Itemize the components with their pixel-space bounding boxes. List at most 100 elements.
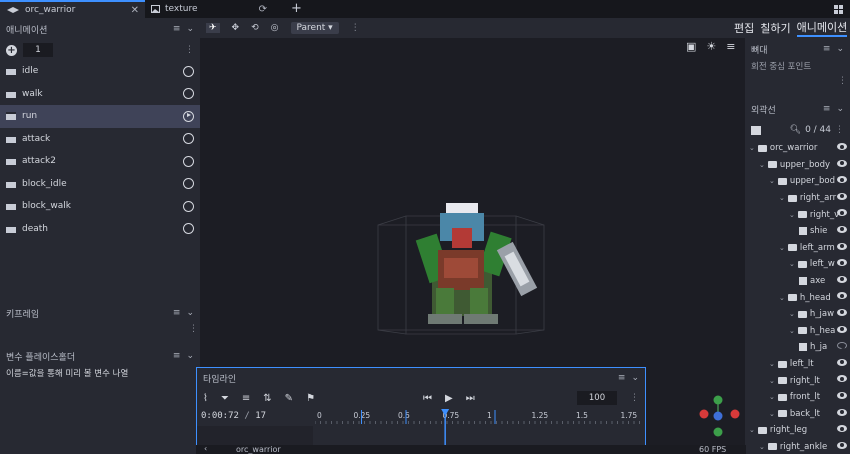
eye-icon[interactable] (837, 408, 847, 416)
animation-item[interactable]: attack2 (0, 150, 200, 173)
more-icon[interactable]: ⋮ (745, 76, 850, 98)
play-circle-icon[interactable] (183, 110, 194, 122)
chevron-down-icon[interactable]: ⌄ (186, 351, 194, 361)
menu-icon[interactable]: ≡ (823, 104, 831, 114)
eye-icon[interactable] (837, 176, 847, 184)
menu-icon[interactable]: ≡ (173, 351, 181, 361)
pen-icon[interactable]: ✎ (285, 393, 293, 404)
back-icon[interactable]: ‹ (204, 444, 207, 453)
skip-start-icon[interactable]: ⏮ (423, 393, 432, 404)
axis-gizmo[interactable] (695, 392, 741, 440)
parent-select[interactable]: Parent ▾ (290, 22, 339, 34)
animation-item[interactable]: block_walk (0, 195, 200, 218)
circle-icon[interactable] (183, 200, 194, 212)
chevron-down-icon[interactable]: ⌄ (779, 194, 785, 202)
chevron-down-icon[interactable]: ⌄ (769, 360, 775, 368)
outliner-item[interactable]: ⌄ right_v (745, 206, 850, 223)
graph-icon[interactable]: ⌇ (203, 393, 208, 404)
chevron-down-icon[interactable]: ⌄ (769, 377, 775, 385)
outliner-item[interactable]: ⌄ upper_body (745, 157, 850, 174)
outliner-item[interactable]: ⌄ back_lt (745, 406, 850, 423)
eye-icon[interactable] (837, 225, 847, 233)
eye-icon[interactable] (837, 358, 847, 366)
filter-icon[interactable]: ⏷ (221, 393, 229, 404)
animation-item[interactable]: idle (0, 60, 200, 83)
chevron-down-icon[interactable]: ⌄ (836, 44, 844, 54)
eye-icon[interactable] (837, 259, 847, 267)
chevron-down-icon[interactable]: ⌄ (186, 308, 194, 318)
outliner-item[interactable]: ⌄ left_lt (745, 356, 850, 373)
outliner-item[interactable]: ⌄ right_arr (745, 190, 850, 207)
outliner-item[interactable]: h_ja (745, 339, 850, 356)
animation-count-input[interactable]: 1 (23, 43, 53, 57)
mode-animate[interactable]: 애니메이션 (796, 19, 848, 37)
rotate-tool-icon[interactable]: ⟲ (251, 23, 259, 33)
chevron-down-icon[interactable]: ⌄ (759, 443, 765, 451)
search-icon[interactable]: 🔍︎ (790, 125, 801, 135)
move-tool-icon[interactable]: ✥ (232, 23, 240, 33)
chevron-down-icon[interactable]: ⌄ (769, 177, 775, 185)
chevron-down-icon[interactable]: ⌄ (759, 161, 765, 169)
menu-icon[interactable]: ≡ (173, 308, 181, 318)
chevron-down-icon[interactable]: ⌄ (779, 294, 785, 302)
outliner-mode-icon[interactable] (751, 125, 761, 135)
list-icon[interactable]: ≡ (242, 393, 250, 404)
frame-input[interactable]: 100 (577, 391, 617, 405)
add-tab-button[interactable]: + (291, 1, 302, 16)
play-icon[interactable]: ▶ (445, 393, 453, 404)
timeline-ruler[interactable]: 00.250.50.7511.251.51.75 (315, 408, 645, 446)
outliner-item[interactable]: ⌄ h_jaw (745, 306, 850, 323)
outliner-item[interactable]: ⌄ left_w (745, 256, 850, 273)
add-animation-button[interactable]: + (6, 44, 17, 56)
outliner-item[interactable]: shie (745, 223, 850, 240)
circle-icon[interactable] (183, 133, 194, 145)
target-tool-icon[interactable]: ◎ (271, 23, 279, 33)
chevron-down-icon[interactable]: ⌄ (789, 310, 795, 318)
outliner-item[interactable]: ⌄ right_ankle (745, 439, 850, 454)
more-icon[interactable]: ⋮ (0, 324, 200, 342)
circle-icon[interactable] (183, 178, 194, 190)
outliner-item[interactable]: ⌄ right_leg (745, 422, 850, 439)
pivot-tool-icon[interactable]: ✈ (206, 23, 220, 33)
chevron-down-icon[interactable]: ⌄ (836, 104, 844, 114)
chevron-down-icon[interactable]: ⌄ (779, 244, 785, 252)
outliner-item[interactable]: ⌄ orc_warrior (745, 140, 850, 157)
outliner-item[interactable]: axe (745, 273, 850, 290)
menu-icon[interactable]: ≡ (618, 373, 626, 383)
chevron-down-icon[interactable]: ⌄ (789, 327, 795, 335)
grid-menu-icon[interactable] (834, 5, 843, 17)
sort-icon[interactable]: ⇅ (263, 393, 271, 404)
outliner-item[interactable]: ⌄ left_arm (745, 240, 850, 257)
mode-edit[interactable]: 편집 (734, 20, 754, 36)
menu-icon[interactable]: ≡ (173, 24, 181, 34)
outliner-item[interactable]: ⌄ h_head (745, 289, 850, 306)
eye-icon[interactable] (837, 391, 847, 399)
chevron-down-icon[interactable]: ⌄ (749, 144, 755, 152)
circle-icon[interactable] (183, 65, 194, 77)
tab-texture[interactable]: texture ⟳ (145, 0, 273, 18)
outliner-item[interactable]: ⌄ h_hea (745, 323, 850, 340)
eye-off-icon[interactable] (837, 342, 847, 350)
eye-icon[interactable] (837, 159, 847, 167)
eye-icon[interactable] (837, 192, 847, 200)
eye-icon[interactable] (837, 292, 847, 300)
animation-item[interactable]: attack (0, 128, 200, 151)
tab-orc-warrior[interactable]: orc_warrior ✕ (0, 0, 145, 18)
chevron-down-icon[interactable]: ⌄ (769, 393, 775, 401)
animation-item[interactable]: walk (0, 83, 200, 106)
outliner-item[interactable]: ⌄ upper_bod (745, 173, 850, 190)
animation-item[interactable]: death (0, 218, 200, 241)
eye-icon[interactable] (837, 441, 847, 449)
chevron-down-icon[interactable]: ⌄ (769, 410, 775, 418)
outliner-item[interactable]: ⌄ right_lt (745, 372, 850, 389)
animation-item[interactable]: block_idle (0, 173, 200, 196)
reload-icon[interactable]: ⟳ (259, 4, 267, 15)
animation-item[interactable]: run (0, 105, 200, 128)
eye-icon[interactable] (837, 275, 847, 283)
chevron-down-icon[interactable]: ⌄ (749, 426, 755, 434)
eye-icon[interactable] (837, 375, 847, 383)
more-icon[interactable]: ⋮ (351, 23, 360, 33)
eye-icon[interactable] (837, 325, 847, 333)
mode-paint[interactable]: 칠하기 (760, 20, 790, 36)
chevron-down-icon[interactable]: ⌄ (789, 260, 795, 268)
